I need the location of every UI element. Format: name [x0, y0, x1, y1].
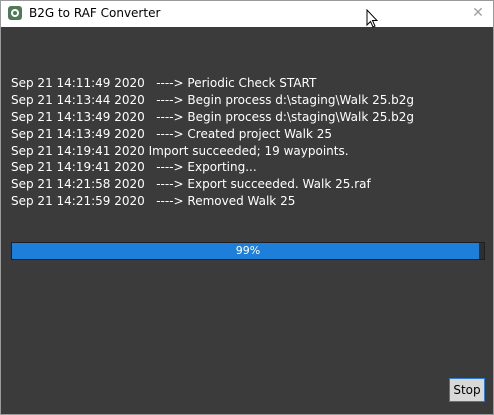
stop-button[interactable]: Stop [449, 378, 485, 402]
log-line: Sep 21 14:13:49 2020 ----> Created proje… [11, 126, 332, 141]
log-line: Sep 21 14:13:44 2020 ----> Begin process… [11, 92, 415, 107]
log-line: Sep 21 14:21:58 2020 ----> Export succee… [11, 177, 371, 192]
log-line: Sep 21 14:19:41 2020 Import succeeded; 1… [11, 143, 349, 158]
app-icon [8, 6, 22, 20]
close-button[interactable]: ✕ [463, 1, 493, 27]
log-line: Sep 21 14:11:49 2020 ----> Periodic Chec… [11, 76, 317, 90]
log-line: Sep 21 14:19:41 2020 ----> Exporting... [11, 160, 257, 175]
close-icon: ✕ [472, 5, 484, 21]
mouse-cursor-icon [366, 9, 378, 28]
title-bar[interactable]: B2G to RAF Converter ✕ [1, 1, 493, 27]
progress-label: 99% [235, 244, 261, 257]
window-title: B2G to RAF Converter [29, 6, 161, 20]
log-output: Sep 21 14:11:49 2020 ----> Periodic Chec… [11, 75, 481, 210]
converter-window: B2G to RAF Converter ✕ Sep 21 14:11:49 2… [0, 0, 494, 415]
log-line: Sep 21 14:21:59 2020 ----> Removed Walk … [11, 194, 296, 209]
progress-bar: 99% [11, 242, 485, 260]
log-line: Sep 21 14:13:49 2020 ----> Begin process… [11, 109, 415, 124]
